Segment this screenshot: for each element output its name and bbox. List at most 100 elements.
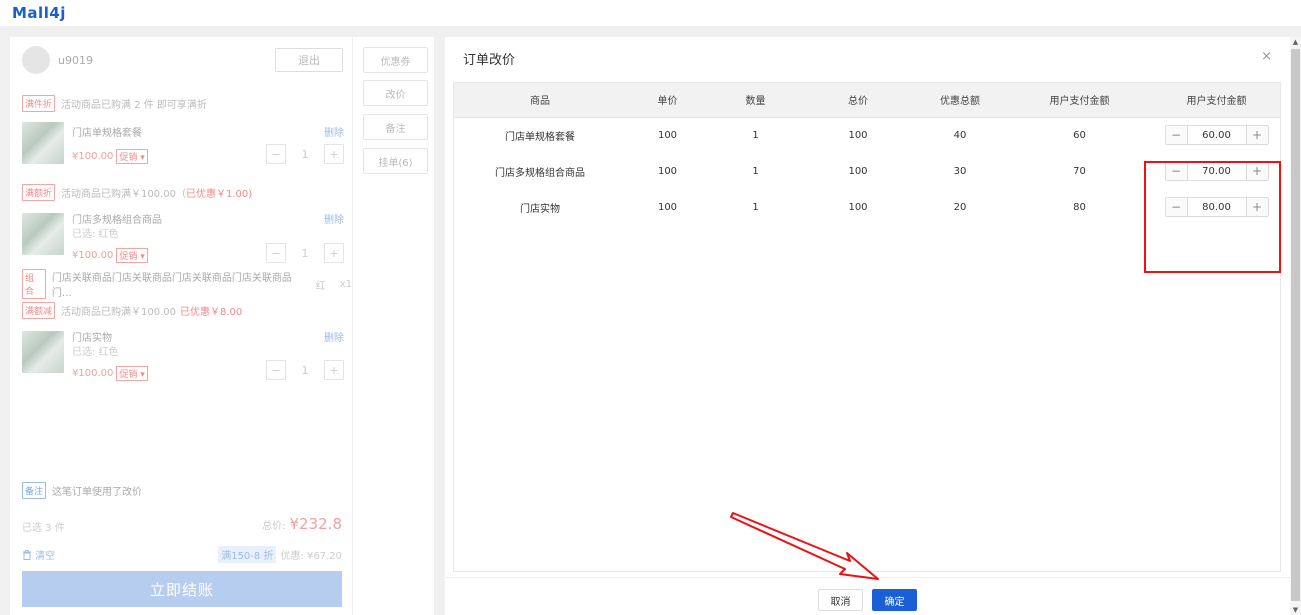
top-bar: Mall4j xyxy=(0,0,1301,26)
product-thumbnail xyxy=(22,122,64,164)
username: u9019 xyxy=(58,53,93,67)
item-price-row: ¥100.00 促销 ▾ xyxy=(72,248,148,263)
page-scrollbar[interactable]: ▲ ▼ xyxy=(1290,37,1301,615)
reprice-dialog: 订单改价 × 商品 单价 数量 总价 优惠总额 用户支付金额 用户支付金额 门店… xyxy=(445,37,1290,615)
decrease-button[interactable]: − xyxy=(1165,126,1188,145)
trash-icon xyxy=(23,549,31,560)
column-header: 总价 xyxy=(802,83,914,118)
decrease-button[interactable]: − xyxy=(1165,162,1188,180)
selected-count: 已选 3 件 xyxy=(22,523,65,534)
promo-highlight: 已优惠￥1.00) xyxy=(186,189,253,200)
quantity-value[interactable]: 1 xyxy=(302,364,309,377)
scroll-up-icon[interactable]: ▲ xyxy=(1290,37,1301,47)
hold-order-button[interactable]: 挂单(6) xyxy=(363,148,428,174)
pay-amount-input[interactable]: 70.00 xyxy=(1188,166,1246,177)
product-thumbnail xyxy=(22,213,64,255)
minus-button[interactable]: − xyxy=(266,243,286,263)
promo-group-header: 满额折 活动商品已购满￥100.00（ 已优惠￥1.00) xyxy=(22,184,252,201)
cancel-button[interactable]: 取消 xyxy=(818,589,863,611)
scrollbar-thumb[interactable] xyxy=(1291,49,1300,601)
promo-text: 活动商品已购满￥100.00（ xyxy=(61,189,187,200)
checkout-button[interactable]: 立即结账 xyxy=(22,571,342,607)
discount-info: 满150-8 折 优惠: ¥67.20 xyxy=(218,546,342,563)
item-price-row: ¥100.00 促销 ▾ xyxy=(72,149,148,164)
quantity: 1 xyxy=(752,165,759,177)
quantity-value[interactable]: 1 xyxy=(302,247,309,260)
dialog-title: 订单改价 xyxy=(463,53,516,68)
item-spec: 已选: 红色 xyxy=(72,229,119,240)
avatar xyxy=(22,46,50,74)
plus-button[interactable]: + xyxy=(324,243,344,263)
increase-button[interactable]: + xyxy=(1245,198,1268,216)
increase-button[interactable]: + xyxy=(1245,162,1268,180)
table-header-row: 商品 单价 数量 总价 优惠总额 用户支付金额 用户支付金额 xyxy=(454,83,1280,118)
item-name: 门店实物 xyxy=(72,333,112,344)
remark-text: 这笔订单使用了改价 xyxy=(52,487,143,498)
promo-select[interactable]: 促销 ▾ xyxy=(116,366,148,381)
minus-button[interactable]: − xyxy=(266,360,286,380)
plus-button[interactable]: + xyxy=(324,360,344,380)
promo-highlight: 已优惠￥8.00 xyxy=(180,307,243,318)
cart-item: 门店单规格套餐 删除 ¥100.00 促销 ▾ − 1 + xyxy=(22,122,344,184)
close-icon[interactable]: × xyxy=(1261,49,1272,64)
pay-amount: 60 xyxy=(1073,129,1086,141)
increase-button[interactable]: + xyxy=(1245,126,1268,145)
discount-text: 优惠: ¥67.20 xyxy=(280,551,342,562)
order-remark: 备注 这笔订单使用了改价 xyxy=(22,482,142,499)
combo-qty: x1 xyxy=(339,278,352,290)
pay-input-cell: − 70.00 + xyxy=(1153,153,1280,189)
discount-amount: 40 xyxy=(953,129,967,141)
quantity-stepper: − 1 + xyxy=(266,243,344,263)
quantity-value[interactable]: 1 xyxy=(302,148,309,161)
column-header: 商品 xyxy=(454,83,626,118)
reprice-button[interactable]: 改价 xyxy=(363,80,428,106)
cart-item: 门店多规格组合商品 删除 已选: 红色 ¥100.00 促销 ▾ − 1 + xyxy=(22,209,344,271)
cart-item: 门店实物 删除 已选: 红色 ¥100.00 促销 ▾ − 1 + xyxy=(22,327,344,389)
app-logo: Mall4j xyxy=(12,4,66,22)
confirm-button[interactable]: 确定 xyxy=(872,589,917,611)
combo-item: 组合 门店关联商品门店关联商品门店关联商品门店关联商品门… 红 x1 xyxy=(22,269,352,299)
logout-button[interactable]: 退出 xyxy=(275,48,343,72)
product-thumbnail xyxy=(22,331,64,373)
promo-select[interactable]: 促销 ▾ xyxy=(116,149,148,164)
promo-tag: 满额减 xyxy=(22,302,56,319)
plus-button[interactable]: + xyxy=(324,144,344,164)
pay-amount-stepper: − 80.00 + xyxy=(1164,197,1269,217)
discount-amount: 30 xyxy=(953,165,967,177)
coupon-button[interactable]: 优惠券 xyxy=(363,47,428,73)
decrease-button[interactable]: − xyxy=(1165,198,1188,216)
item-price: ¥100.00 xyxy=(72,368,114,379)
pay-amount-input[interactable]: 60.00 xyxy=(1188,130,1246,141)
discount-tag: 满150-8 折 xyxy=(218,546,277,563)
column-header: 用户支付金额 xyxy=(1153,83,1280,118)
column-header: 数量 xyxy=(709,83,802,118)
delete-link[interactable]: 删除 xyxy=(324,329,344,344)
quantity-stepper: − 1 + xyxy=(266,360,344,380)
delete-link[interactable]: 删除 xyxy=(324,211,344,226)
promo-select[interactable]: 促销 ▾ xyxy=(116,248,148,263)
combo-spec: 红 xyxy=(315,280,326,292)
combo-tag: 组合 xyxy=(22,269,46,299)
table-row: 门店单规格套餐 100 1 100 40 60 − 60.00 + xyxy=(454,117,1280,153)
user-info: u9019 xyxy=(22,45,93,75)
total-price: 100 xyxy=(848,201,868,213)
remark-tag: 备注 xyxy=(22,482,47,499)
table-row: 门店多规格组合商品 100 1 100 30 70 − 70.00 + xyxy=(454,153,1280,189)
clear-button[interactable]: 清空 xyxy=(22,547,55,562)
total-price: 100 xyxy=(848,165,868,177)
unit-price: 100 xyxy=(657,201,678,213)
minus-button[interactable]: − xyxy=(266,144,286,164)
quantity: 1 xyxy=(752,201,759,213)
scroll-down-icon[interactable]: ▼ xyxy=(1290,605,1301,615)
delete-link[interactable]: 删除 xyxy=(324,124,344,139)
promo-group-header: 满件折 活动商品已购满 2 件 即可享满折 xyxy=(22,95,207,112)
remark-button[interactable]: 备注 xyxy=(363,114,428,140)
pay-amount-input[interactable]: 80.00 xyxy=(1188,202,1246,213)
item-name: 门店多规格组合商品 xyxy=(72,215,162,226)
product-name: 门店实物 xyxy=(520,203,560,215)
total-price: 总价: ¥232.8 xyxy=(262,515,342,533)
total-label: 总价: xyxy=(262,521,286,532)
table-row: 门店实物 100 1 100 20 80 − 80.00 + xyxy=(454,189,1280,225)
product-name: 门店多规格组合商品 xyxy=(495,167,585,179)
promo-tag: 满件折 xyxy=(22,95,56,112)
